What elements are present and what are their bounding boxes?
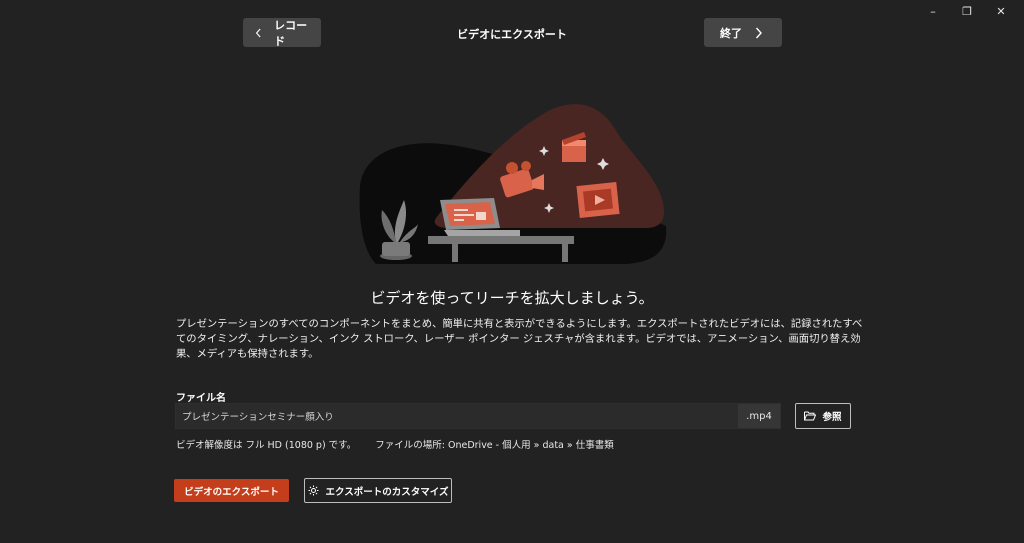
resolution-text: ビデオ解像度は フル HD (1080 p) です。 [176,440,357,451]
minimize-icon[interactable]: – [916,2,950,20]
browse-button-label: 参照 [822,412,842,423]
file-name-field: .mp4 [175,403,781,429]
customize-export-button[interactable]: エクスポートのカスタマイズ [304,478,452,503]
finish-button-label: 終了 [720,26,742,40]
chevron-right-icon [755,27,762,38]
folder-open-icon [804,411,817,421]
gear-icon [308,485,319,496]
window-controls: – ❐ ✕ [916,2,1018,20]
headline: ビデオを使ってリーチを拡大しましょう。 [370,289,654,307]
close-icon[interactable]: ✕ [984,2,1018,20]
export-video-button-label: ビデオのエクスポート [184,486,279,498]
file-info-line: ビデオ解像度は フル HD (1080 p) です。 ファイルの場所: OneD… [176,437,614,451]
browse-button[interactable]: 参照 [795,403,851,429]
file-name-input[interactable] [176,404,736,428]
video-export-illustration [359,104,667,264]
file-extension: .mp4 [738,404,780,428]
film-play-icon [576,181,620,219]
description-text: プレゼンテーションのすべてのコンポーネントをまとめ、簡単に共有と表示ができるよう… [176,318,863,360]
file-name-label: ファイル名 [176,393,226,404]
export-video-button[interactable]: ビデオのエクスポート [174,479,289,502]
export-video-page: – ❐ ✕ レコード ビデオにエクスポート 終了 ビデオを使ってリーチを拡大しま… [0,0,1024,543]
customize-export-button-label: エクスポートのカスタマイズ [325,486,449,498]
page-title: ビデオにエクスポート [457,28,567,41]
finish-button[interactable]: 終了 [704,18,782,47]
restore-icon[interactable]: ❐ [950,2,984,20]
file-location-text: ファイルの場所: OneDrive - 個人用 » data » 仕事書類 [375,440,614,451]
